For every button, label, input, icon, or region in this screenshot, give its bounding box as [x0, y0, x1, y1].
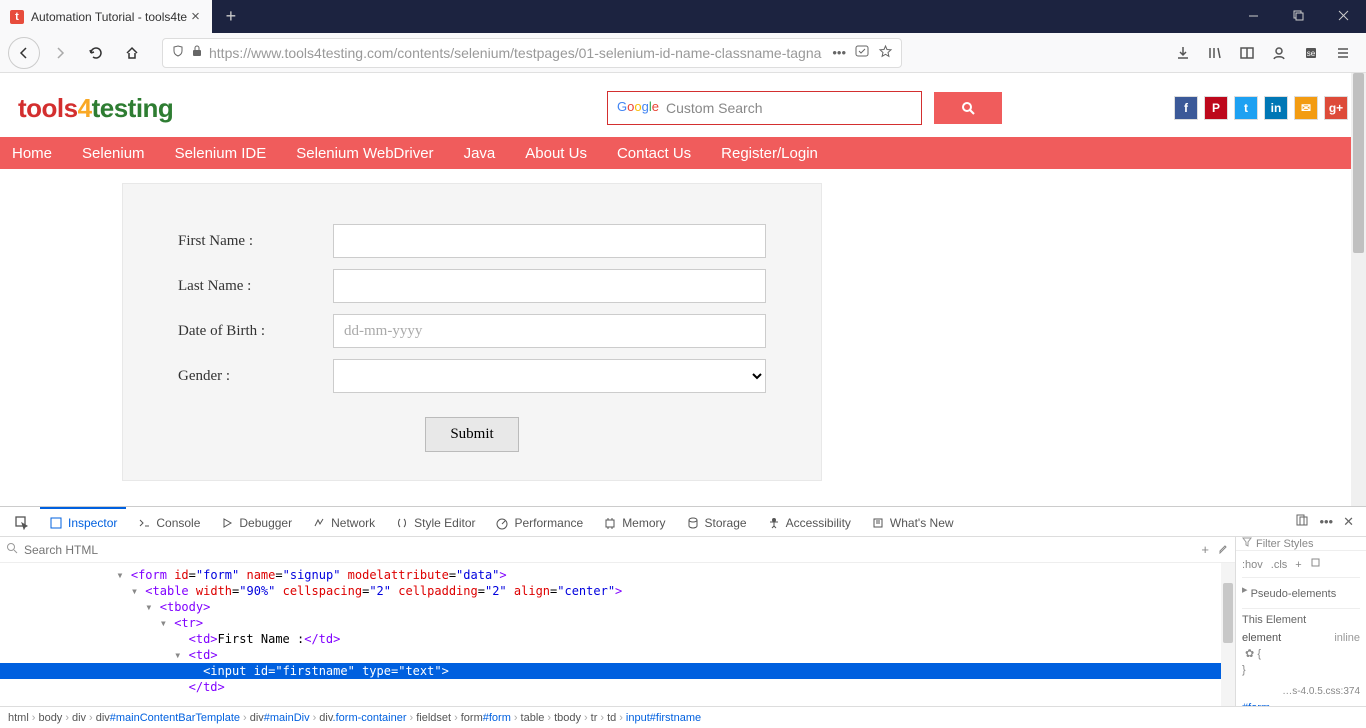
tab-style-editor[interactable]: Style Editor — [386, 507, 484, 537]
back-button[interactable] — [8, 37, 40, 69]
filter-icon — [1242, 537, 1252, 550]
tab-inspector[interactable]: Inspector — [40, 507, 126, 537]
home-button[interactable] — [116, 37, 148, 69]
extension-icon[interactable]: se — [1300, 45, 1322, 61]
add-node-icon[interactable]: + — [1201, 542, 1209, 557]
devtools-picker-icon[interactable] — [6, 507, 38, 537]
more-icon[interactable]: ••• — [832, 45, 846, 60]
devtools-close-icon[interactable]: ✕ — [1343, 514, 1354, 530]
cls-toggle[interactable]: .cls — [1271, 557, 1288, 573]
nav-home[interactable]: Home — [12, 145, 52, 162]
filter-styles-input[interactable]: Filter Styles — [1256, 538, 1360, 550]
dob-input[interactable] — [333, 314, 766, 348]
devtools-panel: Inspector Console Debugger Network Style… — [0, 506, 1366, 728]
devtools-search-bar: + — [0, 537, 1235, 563]
devtools-breadcrumbs[interactable]: html› body› div› div#mainContentBarTempl… — [0, 706, 1366, 728]
google-logo: Google — [617, 99, 659, 114]
page-header: tools4testing Google f P t in ✉ g+ — [0, 73, 1366, 137]
devtools-rules-pane: Filter Styles :hov .cls + ▸ Pseudo-eleme… — [1236, 537, 1366, 706]
dob-label: Date of Birth : — [178, 323, 333, 340]
mail-icon[interactable]: ✉ — [1294, 96, 1318, 120]
last-name-input[interactable] — [333, 269, 766, 303]
first-name-label: First Name : — [178, 233, 333, 250]
submit-button[interactable]: Submit — [425, 417, 518, 452]
devtools-dock-icon[interactable] — [1295, 513, 1309, 530]
library-icon[interactable] — [1204, 45, 1226, 61]
selected-dom-node[interactable]: <input id="firstname" type="text"> — [0, 663, 1235, 679]
nav-selenium[interactable]: Selenium — [82, 145, 145, 162]
url-bar[interactable]: https://www.tools4testing.com/contents/s… — [162, 38, 902, 68]
tab-debugger[interactable]: Debugger — [211, 507, 301, 537]
facebook-icon[interactable]: f — [1174, 96, 1198, 120]
reload-button[interactable] — [80, 37, 112, 69]
lock-icon — [191, 44, 203, 61]
twitter-icon[interactable]: t — [1234, 96, 1258, 120]
tab-title: Automation Tutorial - tools4te — [31, 10, 187, 24]
browser-tab[interactable]: t Automation Tutorial - tools4te × — [0, 0, 212, 33]
page-scrollbar[interactable] — [1351, 73, 1366, 506]
social-links: f P t in ✉ g+ — [1174, 96, 1348, 120]
tab-favicon: t — [10, 10, 24, 24]
browser-toolbar: https://www.tools4testing.com/contents/s… — [0, 33, 1366, 73]
menu-icon[interactable] — [1332, 45, 1354, 61]
nav-java[interactable]: Java — [464, 145, 496, 162]
close-tab-icon[interactable]: × — [187, 8, 204, 25]
nav-selenium-webdriver[interactable]: Selenium WebDriver — [296, 145, 433, 162]
last-name-label: Last Name : — [178, 278, 333, 295]
svg-text:se: se — [1307, 49, 1316, 58]
tab-whats-new[interactable]: What's New — [862, 507, 963, 537]
hov-toggle[interactable]: :hov — [1242, 557, 1263, 573]
reader-icon[interactable] — [854, 44, 870, 61]
devtools-more-icon[interactable]: ••• — [1319, 514, 1333, 529]
eyedropper-icon[interactable] — [1217, 542, 1229, 557]
pinterest-icon[interactable]: P — [1204, 96, 1228, 120]
search-button[interactable] — [934, 92, 1002, 124]
nav-selenium-ide[interactable]: Selenium IDE — [175, 145, 267, 162]
url-text: https://www.tools4testing.com/contents/s… — [209, 45, 832, 61]
tab-memory[interactable]: Memory — [594, 507, 674, 537]
devtools-search-input[interactable] — [24, 543, 1195, 557]
tab-accessibility[interactable]: Accessibility — [758, 507, 860, 537]
downloads-icon[interactable] — [1172, 45, 1194, 61]
linkedin-icon[interactable]: in — [1264, 96, 1288, 120]
tab-storage[interactable]: Storage — [677, 507, 756, 537]
account-icon[interactable] — [1268, 45, 1290, 61]
tab-network[interactable]: Network — [303, 507, 384, 537]
devtools-html-tree[interactable]: ▾ <form id="form" name="signup" modelatt… — [0, 563, 1235, 706]
window-titlebar: t Automation Tutorial - tools4te × + — [0, 0, 1366, 33]
tab-performance[interactable]: Performance — [486, 507, 592, 537]
add-rule-icon[interactable]: + — [1295, 557, 1301, 573]
search-icon — [6, 542, 18, 557]
googleplus-icon[interactable]: g+ — [1324, 96, 1348, 120]
light-icon[interactable] — [1310, 557, 1321, 573]
maximize-button[interactable] — [1276, 0, 1321, 30]
minimize-button[interactable] — [1231, 0, 1276, 30]
bookmark-star-icon[interactable] — [878, 44, 893, 62]
nav-contact[interactable]: Contact Us — [617, 145, 691, 162]
window-controls — [1231, 0, 1366, 30]
devtools-tabs: Inspector Console Debugger Network Style… — [0, 507, 1366, 537]
close-window-button[interactable] — [1321, 0, 1366, 30]
first-name-input[interactable] — [333, 224, 766, 258]
nav-register[interactable]: Register/Login — [721, 145, 818, 162]
tab-console[interactable]: Console — [128, 507, 209, 537]
gender-label: Gender : — [178, 368, 333, 385]
gender-select[interactable] — [333, 359, 766, 393]
form-container: First Name : Last Name : Date of Birth :… — [122, 183, 822, 481]
shield-icon — [171, 44, 185, 61]
site-logo[interactable]: tools4testing — [18, 93, 173, 124]
main-nav: Home Selenium Selenium IDE Selenium WebD… — [0, 137, 1366, 169]
devtools-scrollbar[interactable] — [1221, 563, 1235, 706]
forward-button[interactable] — [44, 37, 76, 69]
sidebar-icon[interactable] — [1236, 45, 1258, 61]
new-tab-button[interactable]: + — [216, 1, 246, 31]
page-viewport: tools4testing Google f P t in ✉ g+ Home … — [0, 73, 1366, 506]
nav-about[interactable]: About Us — [525, 145, 587, 162]
